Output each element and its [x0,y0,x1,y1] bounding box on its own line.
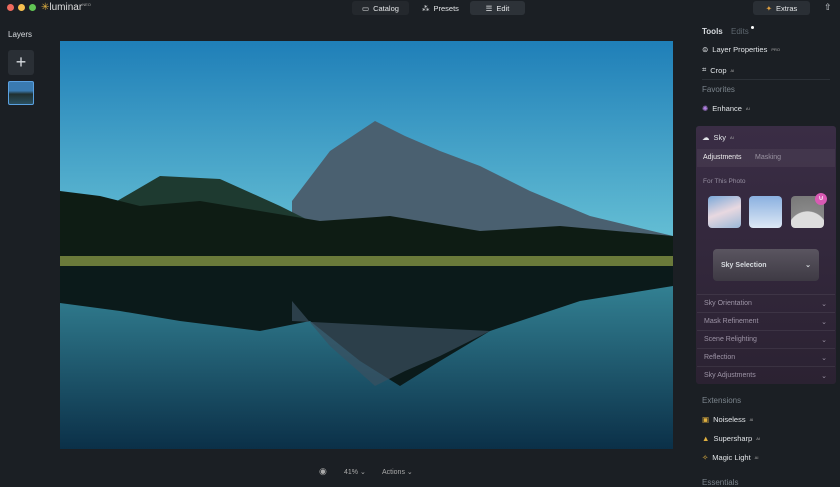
layers-icon: ⊜ [702,45,709,54]
tool-enhance[interactable]: ✺ Enhance AI [702,104,750,113]
supersharp-icon: ▲ [702,434,710,443]
extensions-title: Extensions [702,396,742,405]
divider [702,79,830,80]
tab-adjustments[interactable]: Adjustments [703,154,742,161]
luminar-logo: ✳luminarNEO [41,2,91,13]
magic-light-icon: ✧ [702,453,709,462]
sky-selection-dropdown[interactable]: Sky Selection ⌄ [713,249,819,281]
tab-catalog[interactable]: ▭ Catalog [352,1,409,15]
maximize-window-button[interactable] [29,4,36,11]
preview-eye-icon[interactable]: ◉ [319,466,327,477]
tab-edits[interactable]: Edits [731,27,749,36]
sliders-icon: ☰ [485,3,493,13]
tab-presets[interactable]: ⁂ Presets [412,1,469,15]
chevron-down-icon: ⌄ [821,354,827,362]
layers-title: Layers [8,30,33,39]
essentials-title: Essentials [702,478,739,487]
sky-thumbnail[interactable] [749,196,782,228]
sky-thumbnail[interactable] [708,196,741,228]
crop-icon: ⌗ [702,65,707,74]
extras-button[interactable]: ✦ Extras [753,1,810,15]
extras-icon: ✦ [765,3,773,13]
chevron-down-icon: ⌄ [821,318,827,326]
section-mask-refinement[interactable]: Mask Refinement ⌄ [697,312,835,330]
landscape-photo [60,41,673,449]
section-sky-adjustments[interactable]: Sky Adjustments ⌄ [697,366,835,384]
chevron-down-icon: ⌄ [821,336,827,344]
minimize-window-button[interactable] [18,4,25,11]
tab-masking[interactable]: Masking [755,154,781,161]
edits-indicator-dot [751,26,754,29]
tool-magic-light[interactable]: ✧ Magic Light AI [702,453,758,462]
tab-edit[interactable]: ☰ Edit [470,1,525,15]
for-this-photo-label: For This Photo [703,178,746,185]
tool-crop[interactable]: ⌗ Crop AI [702,65,734,75]
actions-dropdown[interactable]: Actions ⌄ [382,468,413,476]
cloud-icon: ☁ [702,133,710,142]
noiseless-icon: ▣ [702,415,710,424]
tool-sky-header[interactable]: ☁ Sky AI [702,133,734,142]
chevron-down-icon: ⌄ [805,262,811,269]
cart-icon[interactable]: ⊍ [815,193,827,205]
folder-icon: ▭ [362,3,370,13]
favorites-title: Favorites [702,85,735,94]
section-sky-orientation[interactable]: Sky Orientation ⌄ [697,294,835,312]
close-window-button[interactable] [7,4,14,11]
share-icon[interactable]: ⇧ [824,2,832,13]
layer-thumbnail[interactable] [8,81,34,105]
tool-noiseless[interactable]: ▣ Noiseless AI [702,415,753,424]
tab-tools[interactable]: Tools [702,27,723,36]
tool-supersharp[interactable]: ▲ Supersharp AI [702,434,760,443]
section-reflection[interactable]: Reflection ⌄ [697,348,835,366]
chevron-down-icon: ⌄ [821,300,827,308]
photo-canvas[interactable] [60,41,673,449]
zoom-dropdown[interactable]: 41% ⌄ [344,468,366,476]
enhance-icon: ✺ [702,104,709,113]
chevron-down-icon: ⌄ [821,372,827,380]
add-layer-button[interactable]: + [8,50,34,75]
presets-icon: ⁂ [422,3,430,13]
tool-layer-properties[interactable]: ⊜ Layer Properties PRO [702,45,780,54]
section-scene-relighting[interactable]: Scene Relighting ⌄ [697,330,835,348]
